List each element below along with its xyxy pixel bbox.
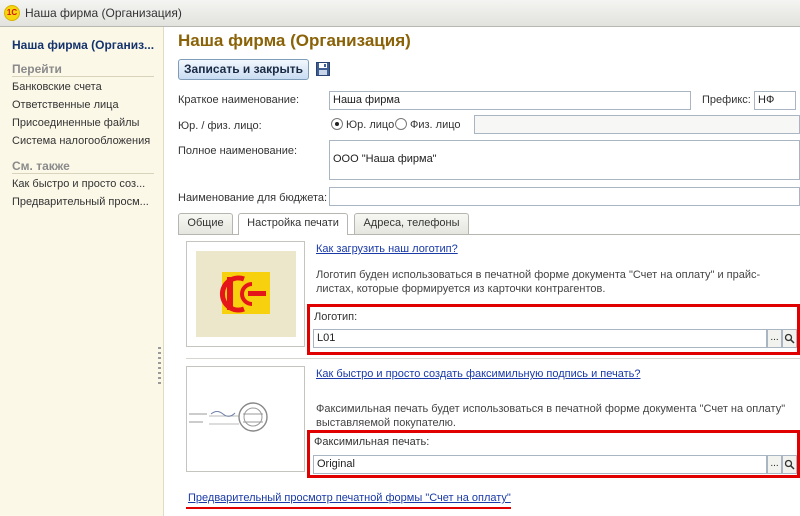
save-and-close-button[interactable]: Записать и закрыть (178, 59, 309, 80)
tab-general[interactable]: Общие (178, 213, 233, 234)
nav-item-responsible-persons[interactable]: Ответственные лица (12, 99, 119, 111)
short-name-field[interactable]: Наша фирма (329, 91, 691, 110)
see-also-section-header: См. также (12, 159, 70, 173)
nav-item-attached-files[interactable]: Присоединенные файлы (12, 117, 139, 129)
legal-entity-radio[interactable] (331, 118, 343, 130)
legal-extra-field[interactable] (474, 115, 800, 134)
facsimile-field[interactable]: Original (313, 455, 767, 474)
title-bar: 1С Наша фирма (Организация) (0, 0, 800, 27)
preview-link-highlight-underline (186, 507, 511, 509)
facsimile-search-button[interactable] (782, 455, 797, 474)
logo-search-button[interactable] (782, 329, 797, 348)
see-also-section-divider (12, 173, 154, 174)
panel-resize-handle[interactable] (158, 347, 161, 387)
nav-item-print-preview[interactable]: Предварительный просм... (12, 196, 149, 208)
how-to-create-facsimile-link[interactable]: Как быстро и просто создать факсимильную… (316, 368, 640, 380)
logo-preview-box[interactable] (186, 241, 305, 347)
physical-person-option-label[interactable]: Физ. лицо (410, 119, 461, 131)
logo-preview-image (196, 251, 296, 337)
facsimile-select-button[interactable]: ... (767, 455, 782, 474)
goto-section-header: Перейти (12, 62, 62, 76)
logo-field[interactable]: L01 (313, 329, 767, 348)
tab-addresses-phones[interactable]: Адреса, телефоны (354, 213, 469, 234)
window-title: Наша фирма (Организация) (25, 6, 182, 20)
app-logo-icon: 1С (4, 5, 20, 21)
tab-print-settings[interactable]: Настройка печати (238, 213, 348, 235)
nav-item-tax-system[interactable]: Система налогообложения (12, 135, 150, 147)
magnifier-icon (784, 333, 795, 344)
save-disk-icon[interactable] (316, 62, 330, 76)
page-title: Наша фирма (Организация) (178, 31, 411, 50)
section-divider (186, 358, 800, 359)
logo-select-button[interactable]: ... (767, 329, 782, 348)
logo-description-line-2: листах, которые формируется из карточки … (316, 283, 606, 295)
facsimile-description-line-1: Факсимильная печать будет использоваться… (316, 403, 786, 415)
legal-entity-option-label[interactable]: Юр. лицо (346, 119, 394, 131)
legal-type-label: Юр. / физ. лицо: (178, 120, 262, 132)
full-name-field[interactable]: ООО "Наша фирма" (329, 140, 800, 180)
navigation-panel-title[interactable]: Наша фирма (Организ... (12, 38, 154, 52)
goto-section-divider (12, 76, 154, 77)
physical-person-radio[interactable] (395, 118, 407, 130)
short-name-label: Краткое наименование: (178, 94, 300, 106)
facsimile-preview-image (187, 402, 304, 437)
facsimile-description-line-2: выставляемой покупателю. (316, 417, 456, 429)
full-name-label: Полное наименование: (178, 145, 298, 157)
prefix-field[interactable]: НФ (754, 91, 796, 110)
nav-item-facsimile-howto[interactable]: Как быстро и просто соз... (12, 178, 145, 190)
logo-description-line-1: Логотип буден использоваться в печатной … (316, 269, 761, 281)
facsimile-preview-box[interactable] (186, 366, 305, 472)
prefix-label: Префикс: (702, 94, 751, 106)
budget-name-field[interactable] (329, 187, 800, 206)
nav-item-bank-accounts[interactable]: Банковские счета (12, 81, 102, 93)
print-preview-link[interactable]: Предварительный просмотр печатной формы … (188, 492, 511, 504)
logo-label: Логотип: (314, 311, 358, 323)
magnifier-icon (784, 459, 795, 470)
budget-name-label: Наименование для бюджета: (178, 192, 328, 204)
how-to-load-logo-link[interactable]: Как загрузить наш логотип? (316, 243, 458, 255)
onec-logo-image (220, 272, 270, 314)
facsimile-label: Факсимильная печать: (314, 436, 430, 448)
navigation-panel: Наша фирма (Организ... Перейти Банковски… (0, 27, 164, 516)
